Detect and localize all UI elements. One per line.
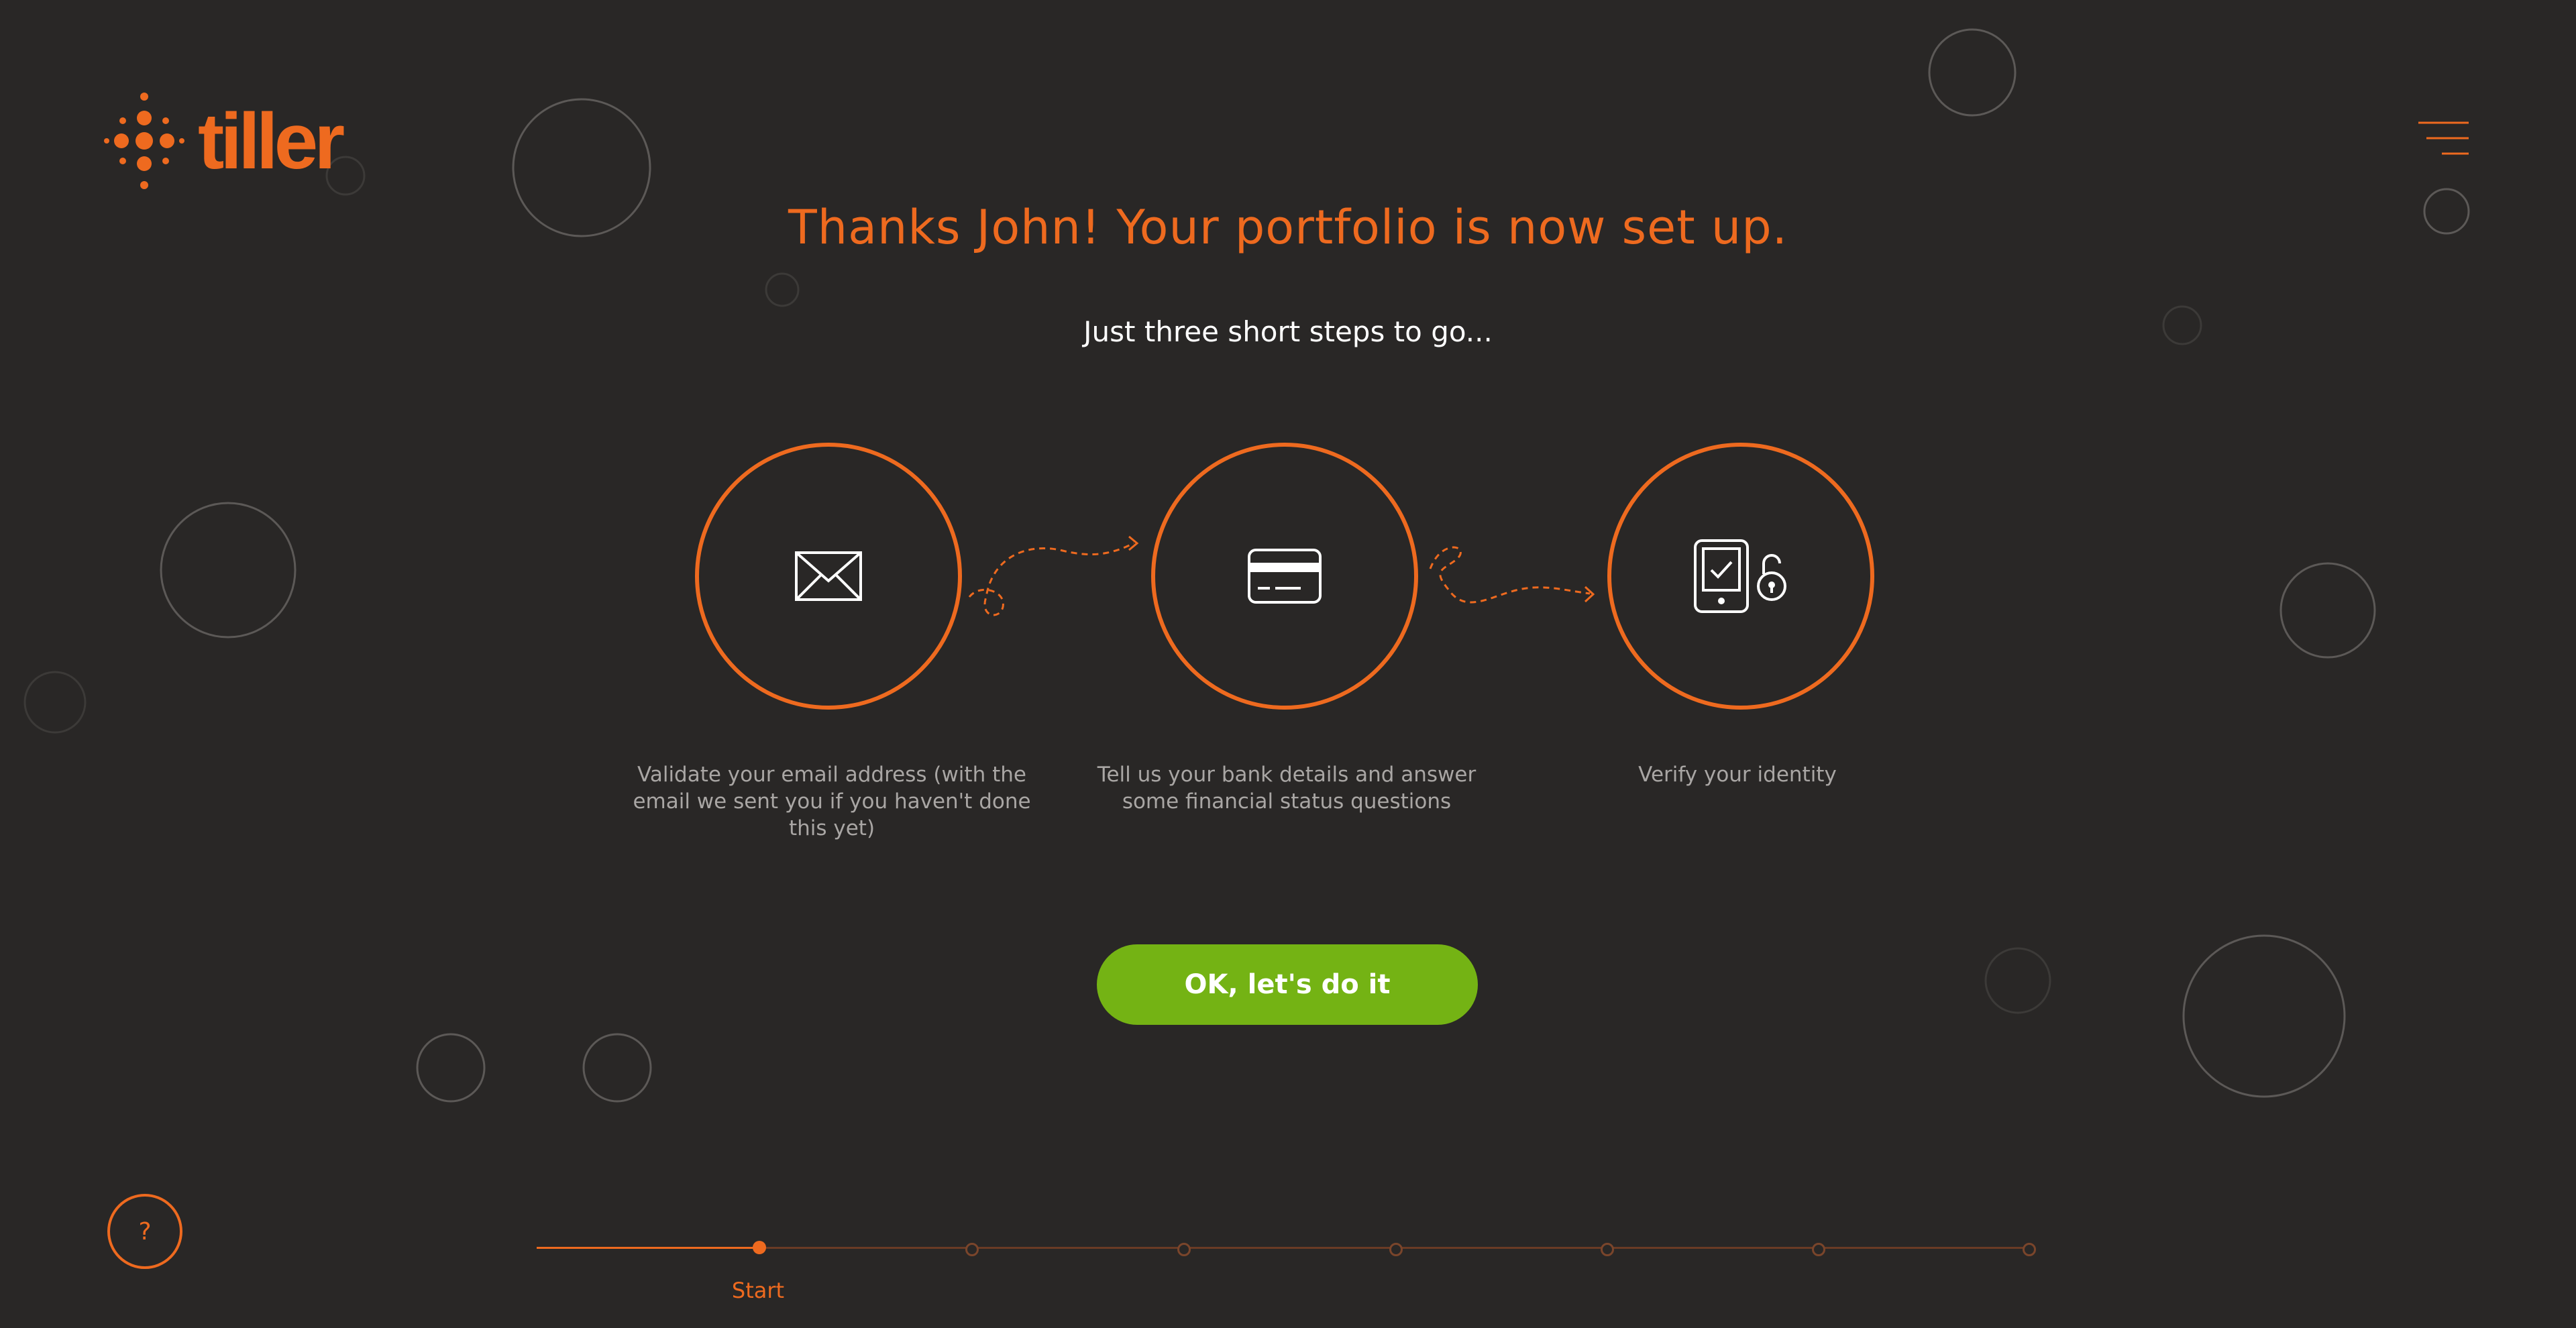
progress-node[interactable]	[2023, 1243, 2036, 1256]
ok-lets-do-it-button[interactable]: OK, let's do it	[1097, 944, 1478, 1025]
step-identity	[1607, 443, 1874, 710]
hamburger-menu-icon[interactable]	[2418, 121, 2469, 156]
progress-node[interactable]	[1812, 1243, 1825, 1256]
page-subtitle: Just three short steps to go...	[1083, 315, 1493, 348]
tiller-logo[interactable]: tiller	[104, 93, 345, 190]
step-bank-label: Tell us your bank details and answer som…	[1097, 763, 1477, 814]
progress-node[interactable]	[1389, 1243, 1403, 1256]
credit-card-icon	[1248, 549, 1322, 604]
envelope-icon	[795, 551, 862, 601]
progress-filled-line	[537, 1247, 758, 1249]
step-bank	[1151, 443, 1418, 710]
logo-wordmark: tiller	[198, 97, 345, 186]
phone-unlock-icon	[1694, 539, 1786, 613]
help-button[interactable]: ?	[107, 1194, 182, 1269]
step-email-label: Validate your email address (with the em…	[633, 763, 1031, 840]
progress-stepper	[537, 1241, 2039, 1256]
tiller-logo-icon	[104, 93, 184, 189]
arrow-connector-2	[1429, 546, 1591, 604]
progress-node[interactable]	[1177, 1243, 1191, 1256]
progress-node[interactable]	[1601, 1243, 1614, 1256]
page-title: Thanks John! Your portfolio is now set u…	[788, 200, 1788, 255]
step-identity-label: Verify your identity	[1638, 763, 1837, 787]
progress-node[interactable]	[965, 1243, 979, 1256]
progress-node-current[interactable]	[753, 1241, 766, 1254]
arrow-connector-1	[968, 542, 1134, 616]
step-email	[695, 443, 962, 710]
progress-current-label: Start	[731, 1278, 785, 1303]
